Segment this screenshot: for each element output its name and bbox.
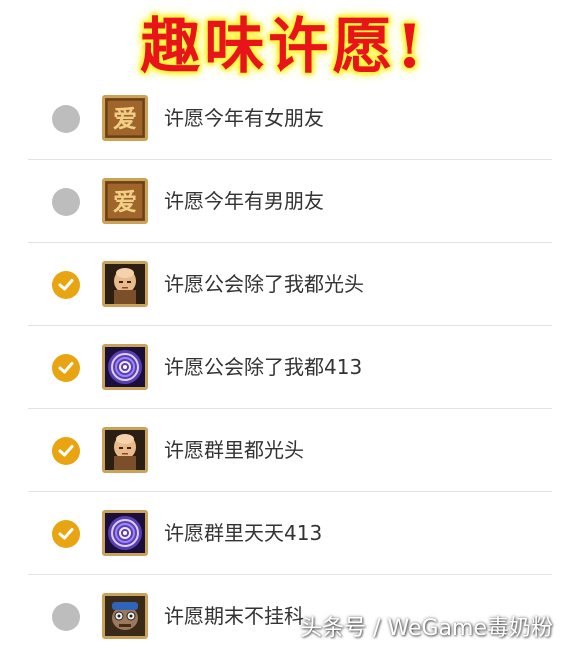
wish-label: 许愿群里天天413: [164, 521, 323, 545]
wish-item[interactable]: 爱 许愿今年有男朋友: [28, 160, 552, 243]
wish-list: 爱 许愿今年有女朋友 爱 许愿今年有男朋友 许愿公会除了我都光头 许愿公会除了我…: [0, 77, 567, 657]
wish-item[interactable]: 许愿群里都光头: [28, 409, 552, 492]
purple-vortex-icon: [102, 344, 148, 390]
wish-label: 许愿公会除了我都413: [164, 355, 363, 379]
checkmark-icon: [58, 362, 74, 374]
checkmark-icon: [58, 279, 74, 291]
checkmark-icon: [58, 528, 74, 540]
svg-text:爱: 爱: [113, 187, 137, 216]
wish-item[interactable]: 许愿公会除了我都413: [28, 326, 552, 409]
wish-item[interactable]: 爱 许愿今年有女朋友: [28, 77, 552, 160]
scholar-goblin-icon: [102, 593, 148, 639]
wish-label: 许愿群里都光头: [164, 438, 304, 462]
status-dot[interactable]: [52, 188, 80, 216]
love-scroll-icon: 爱: [102, 95, 148, 141]
status-dot[interactable]: [52, 520, 80, 548]
status-dot[interactable]: [52, 271, 80, 299]
watermark: 头条号 / WeGame毒奶粉: [300, 616, 553, 641]
status-dot[interactable]: [52, 603, 80, 631]
status-dot[interactable]: [52, 437, 80, 465]
wish-label: 许愿期末不挂科: [164, 604, 304, 628]
wish-label: 许愿今年有女朋友: [164, 106, 324, 130]
wish-item[interactable]: 许愿公会除了我都光头: [28, 243, 552, 326]
wish-label: 许愿今年有男朋友: [164, 189, 324, 213]
status-dot[interactable]: [52, 354, 80, 382]
purple-vortex-icon: [102, 510, 148, 556]
bald-monk-icon: [102, 427, 148, 473]
checkmark-icon: [58, 445, 74, 457]
wish-label: 许愿公会除了我都光头: [164, 272, 364, 296]
wish-item[interactable]: 许愿群里天天413: [28, 492, 552, 575]
bald-monk-icon: [102, 261, 148, 307]
svg-text:爱: 爱: [113, 104, 137, 133]
love-scroll-icon: 爱: [102, 178, 148, 224]
status-dot[interactable]: [52, 105, 80, 133]
